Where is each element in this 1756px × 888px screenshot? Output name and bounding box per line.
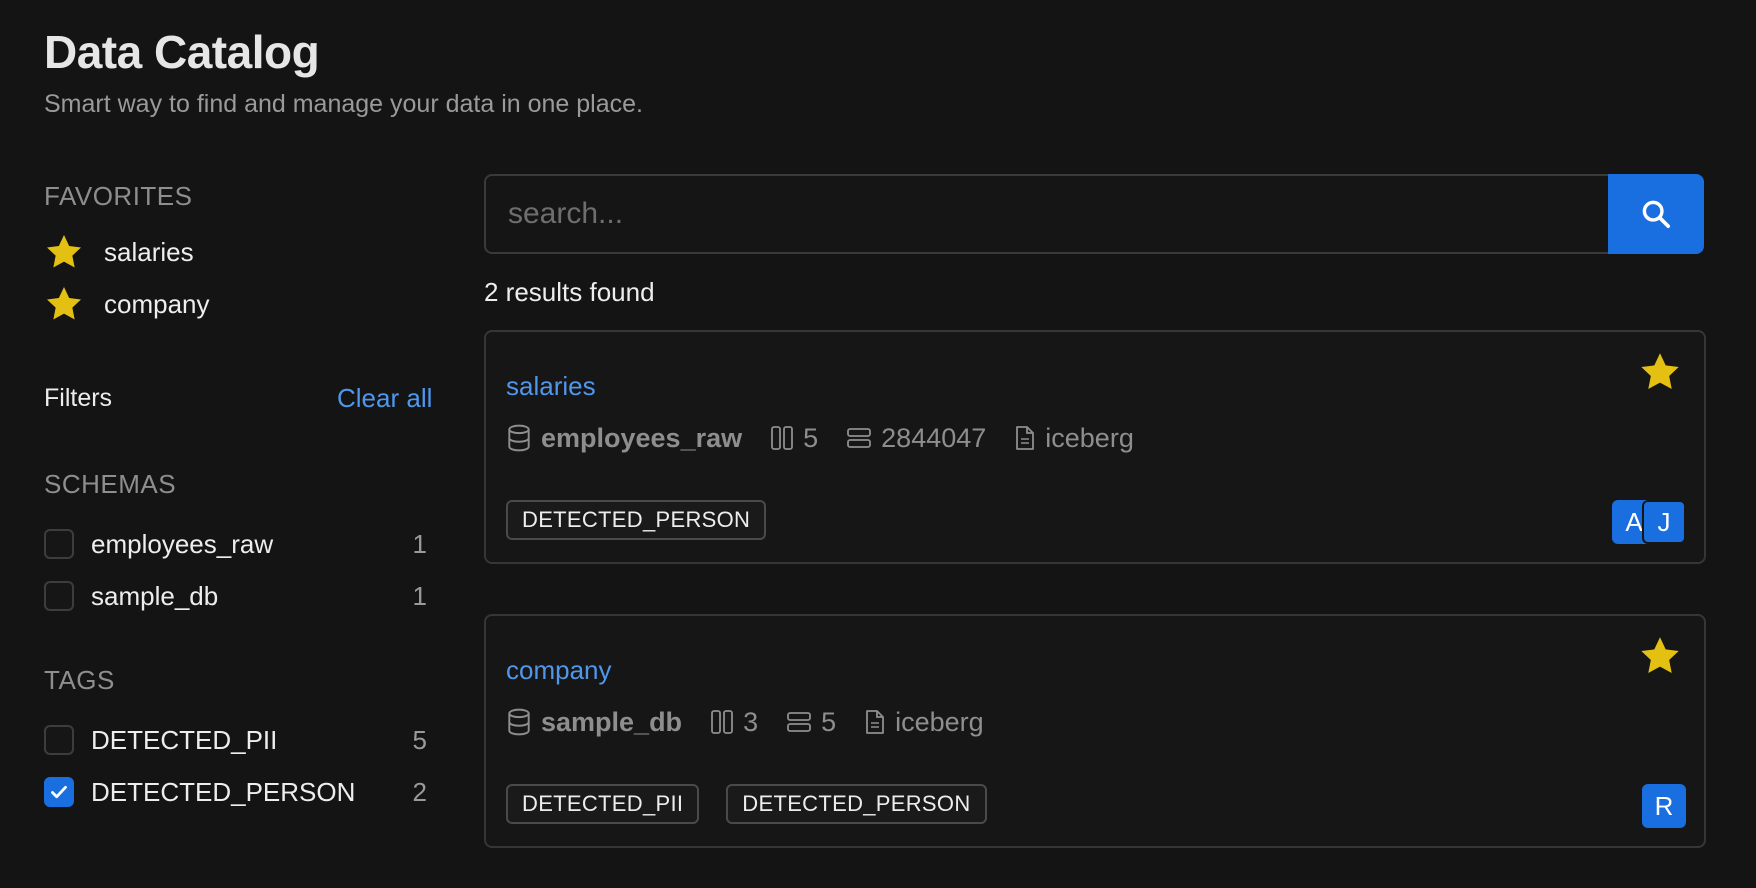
filters-label: Filters <box>44 384 113 412</box>
database-meta: sample_db <box>506 707 682 738</box>
result-card-salaries[interactable]: salaries employees_raw 5 2844047 iceberg… <box>484 330 1706 564</box>
avatar[interactable]: J <box>1642 500 1686 544</box>
schema-filter-count: 1 <box>412 580 427 611</box>
database-meta: employees_raw <box>506 423 742 454</box>
favorite-item-company[interactable]: company <box>44 284 210 324</box>
schema-filter-employees-raw[interactable]: employees_raw 1 <box>44 527 427 561</box>
tag-filter-count: 5 <box>412 724 427 755</box>
columns-icon <box>771 426 794 450</box>
favorite-item-salaries[interactable]: salaries <box>44 232 194 272</box>
tags-heading: TAGS <box>44 665 115 695</box>
tag-filter-detected-person[interactable]: DETECTED_PERSON 2 <box>44 775 427 809</box>
tag-badge[interactable]: DETECTED_PERSON <box>506 500 767 540</box>
checkbox-checked[interactable] <box>44 777 74 807</box>
database-icon <box>508 424 530 452</box>
rows-count: 2844047 <box>881 422 987 453</box>
columns-meta: 3 <box>710 707 758 738</box>
result-metadata: employees_raw 5 2844047 iceberg <box>506 418 1162 458</box>
tag-filter-label: DETECTED_PII <box>91 724 278 755</box>
result-card-company[interactable]: company sample_db 3 5 iceberg DETECTED_P… <box>484 614 1706 848</box>
clear-all-link[interactable]: Clear all <box>337 382 432 414</box>
rows-icon <box>787 712 811 732</box>
checkbox[interactable] <box>44 581 74 611</box>
tag-list: DETECTED_PII DETECTED_PERSON <box>506 784 1014 824</box>
schema-filter-sample-db[interactable]: sample_db 1 <box>44 579 427 613</box>
format-name: iceberg <box>1045 422 1134 453</box>
favorite-item-label: company <box>104 288 210 319</box>
format-meta: iceberg <box>1014 423 1134 454</box>
favorites-heading: FAVORITES <box>44 181 193 211</box>
format-meta: iceberg <box>864 707 984 738</box>
format-name: iceberg <box>895 706 984 737</box>
schema-filter-label: sample_db <box>91 580 219 611</box>
columns-meta: 5 <box>770 423 818 454</box>
rows-meta: 2844047 <box>846 423 986 454</box>
result-title[interactable]: company <box>506 654 612 686</box>
star-icon[interactable] <box>1638 634 1682 678</box>
checkbox[interactable] <box>44 529 74 559</box>
favorite-item-label: salaries <box>104 236 194 267</box>
checkmark-icon <box>51 785 67 799</box>
database-name: sample_db <box>541 706 683 737</box>
columns-icon <box>711 710 733 734</box>
tag-filter-count: 2 <box>412 776 427 807</box>
star-icon[interactable] <box>1638 350 1682 394</box>
search-button[interactable] <box>1608 174 1704 254</box>
result-metadata: sample_db 3 5 iceberg <box>506 702 1012 742</box>
database-icon <box>508 708 530 736</box>
tag-badge[interactable]: DETECTED_PII <box>506 784 700 824</box>
result-title[interactable]: salaries <box>506 370 596 402</box>
avatar[interactable]: R <box>1642 784 1686 828</box>
schema-filter-label: employees_raw <box>91 528 274 559</box>
checkbox[interactable] <box>44 725 74 755</box>
columns-count: 3 <box>743 706 759 737</box>
star-icon <box>47 287 81 320</box>
columns-count: 5 <box>803 422 819 453</box>
search-icon <box>1642 200 1671 229</box>
rows-count: 5 <box>821 706 837 737</box>
schemas-heading: SCHEMAS <box>44 469 177 499</box>
tag-filter-detected-pii[interactable]: DETECTED_PII 5 <box>44 723 427 757</box>
owner-avatars: R <box>1642 784 1686 828</box>
star-icon <box>47 235 81 268</box>
tag-filter-label: DETECTED_PERSON <box>91 776 356 807</box>
page-subtitle: Smart way to find and manage your data i… <box>44 90 643 118</box>
database-name: employees_raw <box>541 422 743 453</box>
rows-icon <box>847 428 872 448</box>
tag-list: DETECTED_PERSON <box>506 500 793 540</box>
file-icon <box>1016 426 1035 450</box>
schema-filter-count: 1 <box>412 528 427 559</box>
page-title: Data Catalog <box>44 26 320 78</box>
rows-meta: 5 <box>786 707 836 738</box>
owner-avatars: A J <box>1612 500 1686 544</box>
results-count: 2 results found <box>484 277 655 307</box>
file-icon <box>866 710 885 734</box>
tag-badge[interactable]: DETECTED_PERSON <box>726 784 987 824</box>
search-input[interactable] <box>484 174 1610 254</box>
